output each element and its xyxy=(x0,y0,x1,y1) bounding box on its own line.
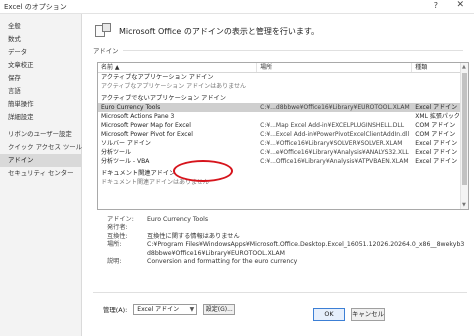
ok-button[interactable]: OK xyxy=(313,308,345,321)
detail-row-compat: 互換性: 互換性に関する情報はありません xyxy=(107,233,467,241)
detail-row-description: 説明: Conversion and formatting for the eu… xyxy=(107,258,467,266)
detail-label: 発行者: xyxy=(107,224,128,232)
close-icon[interactable]: ✕ xyxy=(456,0,464,10)
addin-name: 分析ツール xyxy=(101,149,132,156)
addin-details: アドイン: Euro Currency Tools 発行者: 互換性: 互換性に… xyxy=(107,216,467,266)
sidebar-item-proofing[interactable]: 文章校正 xyxy=(0,59,81,72)
panel-heading: Microsoft Office のアドインの表示と管理を行います。 xyxy=(119,26,320,36)
addin-name: Microsoft Power Map for Excel xyxy=(101,122,191,129)
table-row[interactable]: ソルバー アドイン C:¥...¥Office16¥Library¥SOLVER… xyxy=(98,139,468,148)
scroll-down-icon[interactable]: ▼ xyxy=(462,202,466,208)
detail-value: Euro Currency Tools xyxy=(147,216,209,223)
table-row[interactable]: Euro Currency Tools C:¥...d8bbwe¥Office1… xyxy=(98,103,468,112)
sidebar-item-general[interactable]: 全般 xyxy=(0,20,81,33)
chevron-down-icon: ▼ xyxy=(189,306,195,313)
detail-row-location: 場所: C:¥Program Files¥WindowsApps¥Microso… xyxy=(107,241,467,258)
options-sidebar: 全般 数式 データ 文章校正 保存 言語 簡単操作 詳細設定 リボンのユーザー設… xyxy=(0,14,97,336)
addin-name: Euro Currency Tools xyxy=(101,104,161,111)
table-row[interactable]: Microsoft Power Pivot for Excel C:¥...Ex… xyxy=(98,130,468,139)
addin-location: C:¥...Map Excel Add-in¥EXCELPLUGINSHELL.… xyxy=(260,122,405,129)
window-title: Excel のオプション xyxy=(4,3,67,11)
addins-panel: Microsoft Office のアドインの表示と管理を行います。 アドイン … xyxy=(83,14,474,336)
sidebar-item-data[interactable]: データ xyxy=(0,46,81,59)
addin-location: C:¥...Excel Add-in¥PowerPivotExcelClient… xyxy=(260,131,410,138)
scroll-thumb[interactable] xyxy=(462,73,467,185)
footer-divider xyxy=(93,292,467,293)
addin-location xyxy=(257,112,412,121)
addin-name: 分析ツール - VBA xyxy=(101,158,150,165)
section-divider xyxy=(123,50,463,51)
detail-row-publisher: 発行者: xyxy=(107,224,467,232)
addin-location: C:¥...d8bbwe¥Office16¥Library¥EUROTOOL.X… xyxy=(260,104,410,111)
manage-controls: 管理(A): Excel アドイン ▼ 設定(G)... xyxy=(103,304,236,315)
group-message-active: アクティブなアプリケーション アドインはありません xyxy=(101,83,246,90)
go-button[interactable]: 設定(G)... xyxy=(203,304,236,315)
detail-label: 場所: xyxy=(107,241,122,249)
section-label: アドイン xyxy=(93,47,119,55)
panel-header: Microsoft Office のアドインの表示と管理を行います。 xyxy=(93,20,319,42)
column-header-location[interactable]: 場所 xyxy=(257,63,413,72)
title-bar: Excel のオプション ? ✕ xyxy=(0,0,474,14)
manage-label: 管理(A): xyxy=(103,306,128,314)
sidebar-item-customize-ribbon[interactable]: リボンのユーザー設定 xyxy=(0,128,81,141)
table-header: 名前 ▲ 場所 種類 xyxy=(98,63,468,73)
sidebar-item-addins[interactable]: アドイン xyxy=(0,154,81,167)
scroll-up-icon[interactable]: ▲ xyxy=(462,64,466,70)
detail-value xyxy=(147,224,467,232)
group-message-document: ドキュメント関連アドインはありません xyxy=(101,179,209,186)
sidebar-item-formulas[interactable]: 数式 xyxy=(0,33,81,46)
detail-label: 互換性: xyxy=(107,232,128,240)
addin-name: Microsoft Power Pivot for Excel xyxy=(101,131,193,138)
table-scrollbar[interactable]: ▲ ▼ xyxy=(460,63,468,209)
table-row[interactable]: 分析ツール - VBA C:¥...Office16¥Library¥Analy… xyxy=(98,157,468,166)
manage-select[interactable]: Excel アドイン ▼ xyxy=(133,304,198,315)
column-header-name[interactable]: 名前 ▲ xyxy=(98,63,258,72)
detail-row-addin: アドイン: Euro Currency Tools xyxy=(107,216,467,224)
sidebar-item-advanced[interactable]: 詳細設定 xyxy=(0,111,81,124)
addin-name: ソルバー アドイン xyxy=(101,140,151,147)
table-row[interactable]: Microsoft Power Map for Excel C:¥...Map … xyxy=(98,121,468,130)
group-title-inactive: アクティブでないアプリケーション アドイン xyxy=(101,95,226,102)
addins-gear-icon xyxy=(93,22,113,40)
help-button[interactable]: ? xyxy=(434,1,438,10)
detail-value: Conversion and formatting for the euro c… xyxy=(147,258,298,266)
detail-value: 互換性に関する情報はありません xyxy=(147,232,240,240)
sidebar-item-trust-center[interactable]: セキュリティ センター xyxy=(0,167,81,180)
detail-value: C:¥Program Files¥WindowsApps¥Microsoft.O… xyxy=(147,241,465,257)
sidebar-item-save[interactable]: 保存 xyxy=(0,72,81,85)
cancel-button[interactable]: キャンセル xyxy=(351,308,385,321)
addin-name: Microsoft Actions Pane 3 xyxy=(101,113,175,120)
group-title-active: アクティブなアプリケーション アドイン xyxy=(101,74,214,81)
group-title-document: ドキュメント関連アドイン xyxy=(101,170,176,177)
table-row[interactable]: 分析ツール C:¥...e¥Office16¥Library¥Analysis¥… xyxy=(98,148,468,157)
sidebar-item-quick-access-toolbar[interactable]: クイック アクセス ツール バー xyxy=(0,141,97,154)
detail-label: 説明: xyxy=(107,258,122,266)
manage-select-value: Excel アドイン xyxy=(137,306,180,313)
addin-location: C:¥...e¥Office16¥Library¥Analysis¥ANALYS… xyxy=(260,149,409,156)
addin-location: C:¥...Office16¥Library¥Analysis¥ATPVBAEN… xyxy=(260,158,409,165)
addins-table: 名前 ▲ 場所 種類 アクティブなアプリケーション アドイン アクティブなアプリ… xyxy=(97,62,469,210)
table-row[interactable]: Microsoft Actions Pane 3 XML 拡張パック xyxy=(98,112,468,121)
addin-location: C:¥...¥Office16¥Library¥SOLVER¥SOLVER.XL… xyxy=(260,140,403,147)
sidebar-item-accessibility[interactable]: 簡単操作 xyxy=(0,98,81,111)
sidebar-item-language[interactable]: 言語 xyxy=(0,85,81,98)
